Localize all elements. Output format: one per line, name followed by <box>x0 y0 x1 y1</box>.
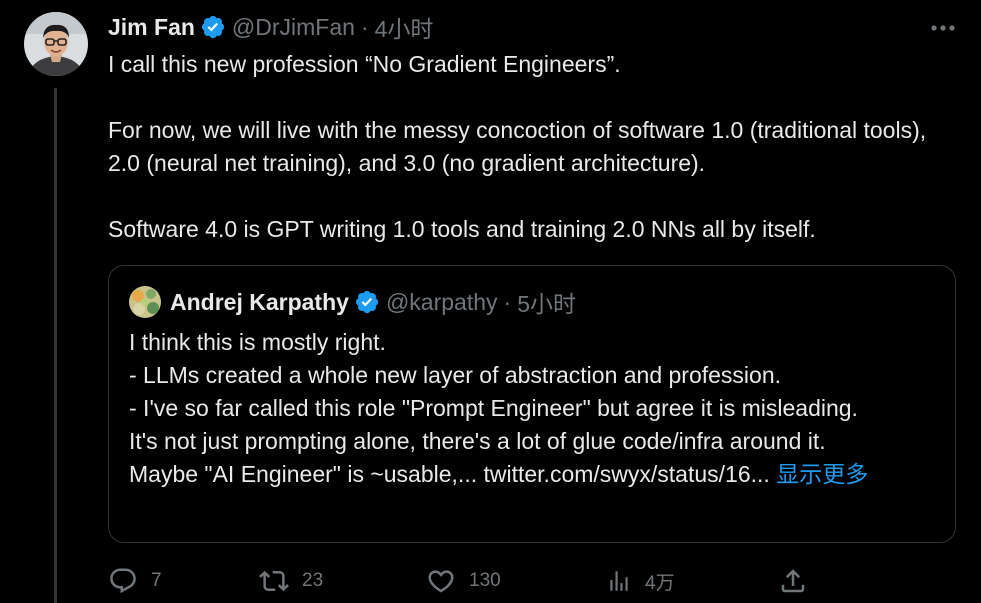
show-more-link[interactable]: 显示更多 <box>776 461 868 487</box>
author-handle[interactable]: @DrJimFan <box>232 14 355 41</box>
share-icon <box>781 569 805 593</box>
reply-button[interactable]: 7 <box>108 562 162 600</box>
like-count: 130 <box>469 570 501 591</box>
more-options-button[interactable] <box>928 14 958 42</box>
avatar[interactable] <box>24 12 88 76</box>
tweet-paragraph: Software 4.0 is GPT writing 1.0 tools an… <box>108 216 816 242</box>
quote-header: Andrej Karpathy @karpathy · 5小时 <box>129 285 576 319</box>
quote-line: - LLMs created a whole new layer of abst… <box>129 362 782 388</box>
separator-dot: · <box>360 13 369 40</box>
quoted-tweet[interactable]: Andrej Karpathy @karpathy · 5小时 I think … <box>108 265 956 543</box>
retweet-count: 23 <box>302 570 324 591</box>
action-bar: 7 23 130 4万 <box>108 562 828 600</box>
verified-badge-icon <box>354 289 380 315</box>
views-count: 4万 <box>645 572 675 594</box>
retweet-icon <box>259 570 289 592</box>
thread-line <box>54 88 57 603</box>
retweet-button[interactable]: 23 <box>259 562 323 600</box>
tweet-paragraph: I call this new profession “No Gradient … <box>108 51 621 77</box>
more-horizontal-icon <box>931 25 955 31</box>
like-button[interactable]: 130 <box>426 562 501 600</box>
share-button[interactable] <box>778 562 808 600</box>
tweet-text: I call this new profession “No Gradient … <box>108 48 958 246</box>
quote-author-handle: @karpathy <box>385 288 498 315</box>
quote-line: It's not just prompting alone, there's a… <box>129 428 826 454</box>
quote-text: I think this is mostly right. - LLMs cre… <box>129 326 939 491</box>
quote-timestamp: 5小时 <box>517 291 576 317</box>
quote-author-name: Andrej Karpathy <box>170 288 349 315</box>
verified-badge-icon <box>200 14 226 40</box>
quote-line: - I've so far called this role "Prompt E… <box>129 395 858 421</box>
views-button[interactable]: 4万 <box>606 562 675 600</box>
separator-dot: · <box>503 288 512 315</box>
reply-icon <box>110 568 136 594</box>
quote-avatar <box>129 286 161 318</box>
author-name[interactable]: Jim Fan <box>108 14 195 41</box>
analytics-icon <box>610 571 628 591</box>
timestamp[interactable]: 4小时 <box>375 10 434 44</box>
tweet[interactable]: Jim Fan @DrJimFan · 4小时 I call this new … <box>0 0 981 603</box>
heart-icon <box>428 570 454 593</box>
quote-line: Maybe "AI Engineer" is ~usable,... twitt… <box>129 461 770 487</box>
reply-count: 7 <box>151 570 162 591</box>
quote-line: I think this is mostly right. <box>129 329 386 355</box>
tweet-paragraph: For now, we will live with the messy con… <box>108 117 927 176</box>
tweet-header: Jim Fan @DrJimFan · 4小时 <box>108 10 433 44</box>
